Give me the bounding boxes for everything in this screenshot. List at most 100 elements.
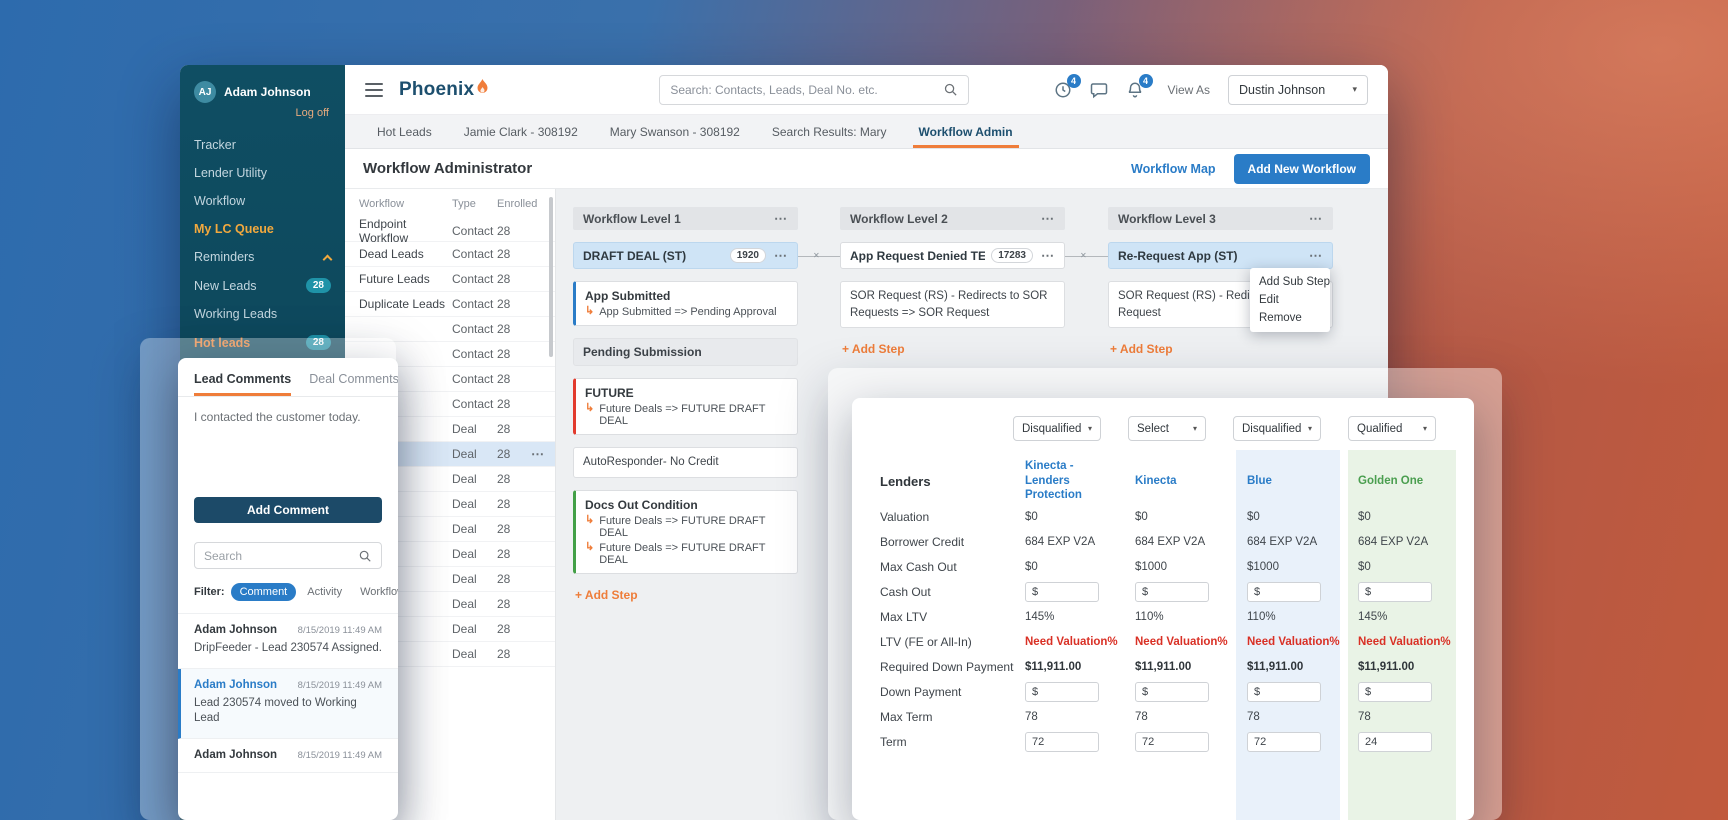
more-icon[interactable]: ⋯ <box>1309 249 1323 262</box>
comment-item[interactable]: Adam Johnson 8/15/2019 11:49 AM Lead 23057… <box>178 668 398 739</box>
workflow-type: Deal <box>452 422 477 436</box>
lenders-header-row: Lenders Kinecta - Lenders Protection Kinec… <box>852 458 1474 504</box>
add-comment-button[interactable]: Add Comment <box>194 497 382 523</box>
filter-pill-workflow[interactable]: Workflow <box>353 583 398 601</box>
sidebar-item-my-lc-queue[interactable]: My LC Queue <box>180 215 345 243</box>
context-menu-item-edit[interactable]: Edit <box>1250 291 1330 309</box>
lender-value: 110% <box>1247 610 1276 623</box>
search-icon[interactable] <box>943 82 958 97</box>
tab-workflow-admin[interactable]: Workflow Admin <box>903 115 1029 148</box>
global-search-input[interactable] <box>670 82 944 97</box>
workflow-list-row[interactable]: Future Leads Contact 28 <box>345 267 555 292</box>
more-icon[interactable]: ⋯ <box>531 448 545 461</box>
workflow-step[interactable]: Pending Submission <box>573 338 798 366</box>
down-payment-input[interactable] <box>1247 681 1321 702</box>
workflow-stage[interactable]: App Request Denied TEST (ST) 17283 ⋯ <box>840 242 1065 269</box>
search-icon[interactable] <box>358 549 372 563</box>
tab-deal-comments[interactable]: Deal Comments <box>309 372 398 396</box>
context-menu-item-add-sub-step[interactable]: Add Sub Step <box>1250 273 1330 291</box>
tab-jamie-clark-308192[interactable]: Jamie Clark - 308192 <box>448 115 594 148</box>
lender-status-select[interactable]: Select ▾ <box>1128 416 1206 441</box>
workflow-type: Deal <box>452 597 477 611</box>
add-step-button[interactable]: + Add Step <box>840 342 1065 356</box>
recent-activity-button[interactable]: 4 <box>1054 73 1081 99</box>
branch-arrow-icon: ↳ <box>585 513 595 526</box>
workflow-stage[interactable]: Re-Request App (ST) ⋯ <box>1108 242 1333 269</box>
chevron-up-icon <box>322 254 333 264</box>
more-icon[interactable]: ⋯ <box>774 249 788 262</box>
workflow-step[interactable]: Docs Out Condition ↳ Future Deals => FUTUR… <box>573 489 798 574</box>
workflow-list-scrollbar[interactable] <box>549 197 553 357</box>
tab-hot-leads[interactable]: Hot Leads <box>361 115 448 148</box>
workflow-stage[interactable]: DRAFT DEAL (ST) 1920 ⋯ <box>573 242 798 269</box>
tab-search-results-mary[interactable]: Search Results: Mary <box>756 115 903 148</box>
filter-pill-comment[interactable]: Comment <box>230 583 297 601</box>
cash-out-input[interactable] <box>1025 581 1099 602</box>
more-icon[interactable]: ⋯ <box>1041 249 1055 262</box>
menu-icon[interactable] <box>365 82 383 97</box>
sidebar-item-workflow[interactable]: Workflow <box>180 187 345 215</box>
comment-search-input[interactable] <box>204 548 358 563</box>
more-icon[interactable]: ⋯ <box>1041 212 1055 225</box>
comment-item[interactable]: Adam Johnson 8/15/2019 11:49 AM <box>178 739 398 773</box>
workflow-list-row[interactable]: Dead Leads Contact 28 <box>345 242 555 267</box>
tab-mary-swanson-308192[interactable]: Mary Swanson - 308192 <box>594 115 756 148</box>
lender-value <box>1358 731 1474 752</box>
sidebar-item-lender-utility[interactable]: Lender Utility <box>180 159 345 187</box>
messages-button[interactable] <box>1090 81 1108 99</box>
cash-out-input[interactable] <box>1358 581 1432 602</box>
workflow-enrolled-count: 28 <box>497 372 511 386</box>
workflow-step[interactable]: AutoResponder- No Credit <box>573 447 798 478</box>
lender-row-borrower-credit: Borrower Credit 684 EXP V2A 684 EXP V2A 684… <box>852 529 1474 554</box>
workflow-type: Contact <box>452 297 494 311</box>
workflow-list-row[interactable]: Endpoint Workflow Contact 28 <box>345 217 555 245</box>
workflow-step-transition: Future Deals => FUTURE DRAFT DEAL <box>599 514 766 539</box>
workflow-map-link[interactable]: Workflow Map <box>1131 162 1216 176</box>
down-payment-input[interactable] <box>1135 681 1209 702</box>
lender-value: $0 <box>1025 510 1038 523</box>
filter-pill-activity[interactable]: Activity <box>300 583 349 601</box>
context-menu-item-remove[interactable]: Remove <box>1250 309 1330 327</box>
tab-lead-comments[interactable]: Lead Comments <box>194 372 292 396</box>
column-header-workflow: Workflow <box>359 198 405 210</box>
lender-value: Need Valuation% <box>1358 635 1451 648</box>
connector-remove-icon[interactable]: ✕ <box>813 252 820 260</box>
sidebar-item-working-leads[interactable]: Working Leads <box>180 300 345 328</box>
view-as-value: Dustin Johnson <box>1239 82 1326 97</box>
cash-out-input[interactable] <box>1135 581 1209 602</box>
comment-text: Lead 230574 moved to Working Lead <box>194 696 357 725</box>
lender-status-select[interactable]: Qualified ▾ <box>1348 416 1436 441</box>
lender-row-max-ltv: Max LTV 145% 110% 110% 145% <box>852 604 1474 629</box>
sidebar-item-tracker[interactable]: Tracker <box>180 131 345 159</box>
down-payment-input[interactable] <box>1025 681 1099 702</box>
view-as-select[interactable]: Dustin Johnson ▾ <box>1228 74 1368 105</box>
more-icon[interactable]: ⋯ <box>774 212 788 225</box>
lender-dropdowns: Disqualified ▾ Select ▾ Disqualified ▾ Qualifi… <box>852 398 1474 450</box>
workflow-step[interactable]: App Submitted ↳ App Submitted => Pending A… <box>573 281 798 326</box>
connector-remove-icon[interactable]: ✕ <box>1080 252 1087 260</box>
add-step-button[interactable]: + Add Step <box>1108 342 1333 356</box>
lender-status-select[interactable]: Disqualified ▾ <box>1013 416 1101 441</box>
term-input[interactable] <box>1358 731 1432 752</box>
workflow-enrolled-count: 28 <box>497 572 511 586</box>
workflow-list-row[interactable]: Duplicate Leads Contact 28 <box>345 292 555 317</box>
notifications-button[interactable]: 4 <box>1126 73 1153 99</box>
more-icon[interactable]: ⋯ <box>1309 212 1323 225</box>
workflow-step[interactable]: SOR Request (RS) - Redirects to SOR Requ… <box>840 281 1065 329</box>
cash-out-input[interactable] <box>1247 581 1321 602</box>
sidebar-item-reminders[interactable]: Reminders <box>180 243 345 271</box>
comment-input[interactable]: I contacted the customer today. <box>178 397 398 497</box>
add-new-workflow-button[interactable]: Add New Workflow <box>1233 153 1370 184</box>
logoff-link[interactable]: Log off <box>180 105 345 131</box>
down-payment-input[interactable] <box>1358 681 1432 702</box>
term-input[interactable] <box>1025 731 1099 752</box>
sidebar-item-new-leads[interactable]: New Leads 28 <box>180 271 345 300</box>
workflow-step-title: FUTURE <box>585 386 634 400</box>
add-step-button[interactable]: + Add Step <box>573 588 798 602</box>
workflow-step[interactable]: FUTURE ↳ Future Deals => FUTURE DRAFT DEAL <box>573 378 798 435</box>
comment-item[interactable]: Adam Johnson 8/15/2019 11:49 AM DripFeeder… <box>178 614 398 669</box>
lender-status-select[interactable]: Disqualified ▾ <box>1233 416 1321 441</box>
workflow-enrolled-count: 28 <box>497 647 511 661</box>
term-input[interactable] <box>1135 731 1209 752</box>
term-input[interactable] <box>1247 731 1321 752</box>
